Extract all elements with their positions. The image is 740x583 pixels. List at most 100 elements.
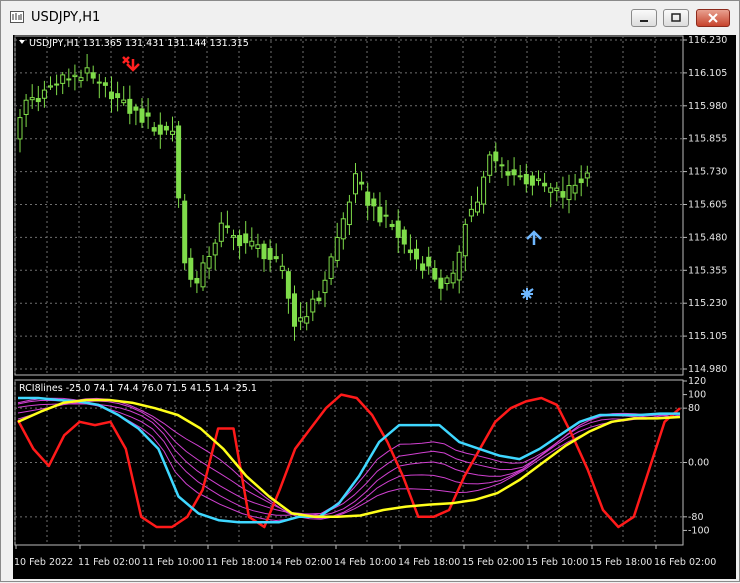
chart-area[interactable]: 10 Feb 2022 11 Feb 02:00 11 Feb 10:00 11 Fe… [13, 35, 736, 579]
candle-body [450, 272, 456, 284]
candle-body [401, 229, 407, 245]
x-axis-label: 15 Feb 18:00 [590, 557, 652, 568]
candle-body [475, 201, 480, 213]
indicator-y-axis-label: 80 [688, 403, 700, 414]
candle-body [157, 124, 163, 135]
candle-body [517, 175, 523, 178]
candle-body [115, 93, 121, 99]
candle-body [566, 185, 572, 201]
y-axis-label: 115.855 [688, 134, 727, 145]
candle-body [542, 182, 548, 187]
candle-body [194, 277, 200, 284]
y-axis-label: 115.980 [688, 101, 727, 112]
rci-magenta-line [17, 397, 681, 520]
candle-body [481, 176, 487, 205]
candle-body [60, 74, 66, 84]
minimize-button[interactable] [631, 9, 657, 27]
x-axis-label: 14 Feb 10:00 [334, 557, 396, 568]
title-bar[interactable]: USDJPY,H1 [1, 1, 739, 35]
candle-body [66, 78, 72, 81]
candle-body [29, 97, 35, 101]
y-axis-label: 114.980 [688, 364, 727, 375]
candle-body [72, 74, 78, 78]
candle-body [456, 251, 462, 281]
restore-icon [671, 13, 681, 22]
indicator-y-axis-label: 0.00 [688, 458, 709, 469]
candle-body [255, 244, 261, 249]
candle-body [304, 316, 310, 324]
y-axis-label: 115.105 [688, 331, 727, 342]
x-axis-label: 11 Feb 18:00 [206, 557, 268, 568]
candle-body [23, 99, 29, 115]
candle-body [249, 240, 255, 247]
close-button[interactable] [696, 9, 730, 27]
candle-body [182, 200, 188, 264]
rci-cyan-line [18, 396, 680, 524]
sell-signal-star-icon [122, 56, 130, 64]
candle-body [292, 293, 297, 327]
candle-body [285, 271, 291, 299]
y-axis-label: 116.105 [688, 68, 727, 79]
candle-body [523, 173, 529, 185]
candle-body [462, 223, 468, 257]
x-axis-label: 16 Feb 02:00 [654, 557, 716, 568]
candle-body [41, 89, 47, 99]
window-title: USDJPY,H1 [31, 10, 101, 25]
candle-body [377, 206, 383, 223]
main-chart-header: USDJPY,H1 131.365 131.431 131.144 131.31… [29, 38, 249, 49]
candle-body [151, 127, 157, 132]
y-axis-label: 115.730 [688, 167, 727, 178]
rci-magenta-line [17, 400, 681, 516]
candle-body [365, 191, 371, 206]
indicator-y-axis-label: 120 [688, 376, 706, 387]
indicator-header: RCI8lines -25.0 74.1 74.4 76.0 71.5 41.5… [19, 383, 257, 394]
candle-body [536, 178, 541, 182]
candle-body [90, 72, 96, 79]
candle-body [237, 235, 243, 247]
candle-body [548, 187, 554, 193]
x-axis-label: 14 Feb 18:00 [398, 557, 460, 568]
candle-body [84, 67, 90, 74]
candle-body [572, 184, 578, 194]
candle-body [224, 225, 230, 228]
candle-body [529, 175, 535, 186]
candle-body [359, 181, 365, 185]
candle-body [139, 108, 145, 123]
y-axis-label: 116.230 [688, 35, 727, 46]
candle-body [133, 106, 139, 111]
collapse-triangle-icon [19, 40, 25, 44]
candle-body [426, 256, 432, 267]
candle-body [584, 172, 590, 179]
candle-body [493, 151, 499, 162]
chart-window-icon [10, 11, 24, 23]
x-axis-label: 15 Feb 10:00 [526, 557, 588, 568]
close-icon [708, 13, 718, 23]
candle-body [322, 279, 328, 294]
x-axis-label: 11 Feb 02:00 [78, 557, 140, 568]
candle-body [438, 277, 444, 289]
candle-body [353, 173, 358, 195]
candle-body [560, 191, 566, 198]
candle-body [340, 218, 346, 240]
indicator-y-axis-label: 100 [688, 390, 706, 401]
candle-body [170, 130, 175, 135]
candle-body [206, 255, 212, 269]
candle-body [389, 223, 395, 227]
minimize-icon [640, 20, 648, 22]
x-axis-label: 10 Feb 2022 [14, 557, 73, 568]
chart-canvas[interactable]: 10 Feb 2022 11 Feb 02:00 11 Feb 10:00 11 Fe… [13, 35, 736, 579]
candle-body [163, 125, 169, 131]
x-axis-label: 11 Feb 10:00 [142, 557, 204, 568]
maximize-button[interactable] [663, 9, 689, 27]
candle-body [176, 125, 182, 199]
candle-body [371, 198, 377, 207]
candle-body [267, 248, 273, 260]
candle-body [432, 268, 438, 280]
candle-body [511, 169, 517, 176]
candle-body [200, 262, 206, 288]
candle-body [188, 257, 194, 280]
candle-body [218, 222, 224, 242]
candle-body [346, 201, 352, 226]
candle-body [414, 248, 419, 260]
candle-body [145, 112, 151, 117]
